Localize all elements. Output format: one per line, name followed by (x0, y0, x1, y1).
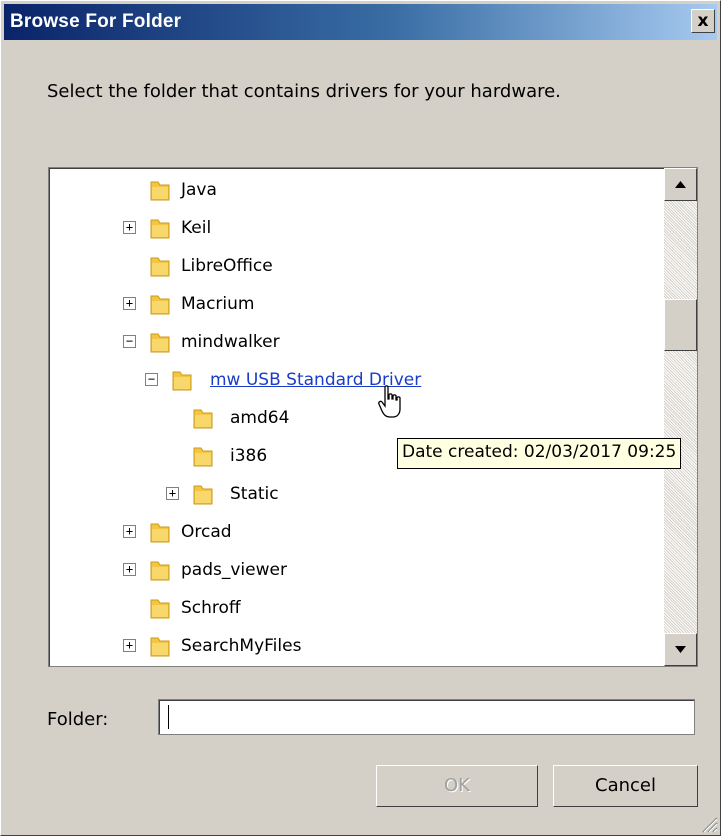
close-button[interactable]: x (691, 9, 715, 33)
tree-item-label: i386 (230, 446, 268, 466)
expand-icon[interactable]: + (166, 487, 179, 500)
hand-cursor-icon (378, 385, 401, 418)
tree-item-label: Schroff (181, 598, 241, 618)
folder-icon (150, 523, 170, 543)
folder-icon (172, 371, 192, 391)
resize-grip-icon[interactable] (700, 815, 718, 833)
ok-button[interactable]: OK (376, 765, 538, 807)
scrollbar-thumb[interactable] (664, 299, 697, 351)
text-caret (168, 705, 169, 729)
collapse-icon[interactable]: − (123, 335, 136, 348)
arrow-down-icon (675, 646, 686, 653)
tree-item-label: Keil (181, 218, 212, 238)
browse-for-folder-dialog: Browse For Folder x Select the folder th… (0, 0, 721, 836)
tree-item-orcad[interactable]: + Orcad (49, 516, 659, 548)
folder-icon (150, 637, 170, 657)
tree-item-macrium[interactable]: + Macrium (49, 288, 659, 320)
expand-icon[interactable]: + (123, 221, 136, 234)
tree-item-schroff[interactable]: Schroff (49, 592, 659, 624)
tree-item-searchmyfiles[interactable]: + SearchMyFiles (49, 630, 659, 662)
tree-item-mindwalker[interactable]: − mindwalker (49, 326, 659, 358)
vertical-scrollbar[interactable] (664, 168, 697, 666)
window-title: Browse For Folder (10, 11, 182, 32)
folder-icon (150, 561, 170, 581)
collapse-icon[interactable]: − (145, 373, 158, 386)
tree-item-label: Static (230, 484, 279, 504)
folder-input[interactable] (158, 699, 695, 735)
folder-tree[interactable]: Java + Keil LibreOffice + Macrium − mind… (48, 167, 698, 667)
folder-icon (193, 447, 213, 467)
folder-icon (150, 333, 170, 353)
folder-icon (150, 219, 170, 239)
instructions-text: Select the folder that contains drivers … (47, 81, 561, 102)
tree-item-label: amd64 (230, 408, 290, 428)
folder-icon (150, 181, 170, 201)
expand-icon[interactable]: + (123, 563, 136, 576)
tree-item-label: SearchMyFiles (181, 636, 302, 656)
tree-item-mw-usb-standard-driver[interactable]: − mw USB Standard Driver (49, 364, 659, 396)
cancel-button[interactable]: Cancel (553, 765, 698, 807)
tree-item-pads-viewer[interactable]: + pads_viewer (49, 554, 659, 586)
tree-item-label: Orcad (181, 522, 232, 542)
scroll-down-button[interactable] (664, 633, 697, 666)
tree-item-libreoffice[interactable]: LibreOffice (49, 250, 659, 282)
tree-item-label: pads_viewer (181, 560, 287, 580)
expand-icon[interactable]: + (123, 297, 136, 310)
scroll-up-button[interactable] (664, 168, 697, 201)
folder-icon (193, 485, 213, 505)
date-created-tooltip: Date created: 02/03/2017 09:25 (397, 438, 682, 469)
folder-label: Folder: (47, 709, 109, 730)
tree-item-static[interactable]: + Static (49, 478, 659, 510)
folder-icon (193, 409, 213, 429)
tree-item-label: Java (181, 180, 217, 200)
tree-item-label: mindwalker (181, 332, 280, 352)
tree-item-label: LibreOffice (181, 256, 273, 276)
expand-icon[interactable]: + (123, 525, 136, 538)
arrow-up-icon (675, 181, 686, 188)
tree-item-keil[interactable]: + Keil (49, 212, 659, 244)
tree-item-java[interactable]: Java (49, 174, 659, 206)
tree-item-label: Macrium (181, 294, 255, 314)
close-icon: x (697, 11, 709, 31)
folder-icon (150, 599, 170, 619)
folder-icon (150, 257, 170, 277)
title-bar[interactable]: Browse For Folder x (4, 4, 717, 40)
folder-icon (150, 295, 170, 315)
expand-icon[interactable]: + (123, 639, 136, 652)
tree-item-amd64[interactable]: amd64 (49, 402, 659, 434)
